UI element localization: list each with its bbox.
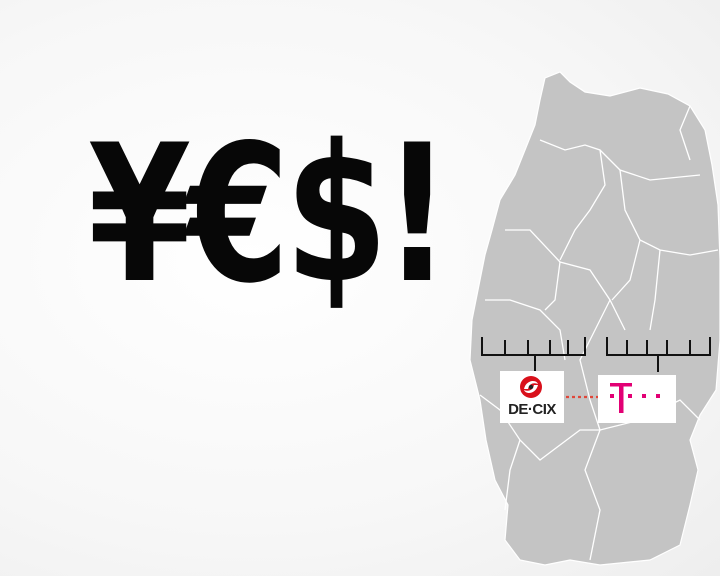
decix-logo-text: DE·CIX (508, 401, 556, 418)
decix-logo: DE·CIX (500, 371, 564, 423)
decix-swirl-icon (520, 376, 542, 398)
headline: ¥€$! (88, 104, 451, 325)
telekom-logo (598, 375, 676, 423)
telekom-t-icon (610, 383, 660, 413)
slide: ¥€$! DE·CIX (0, 0, 720, 576)
